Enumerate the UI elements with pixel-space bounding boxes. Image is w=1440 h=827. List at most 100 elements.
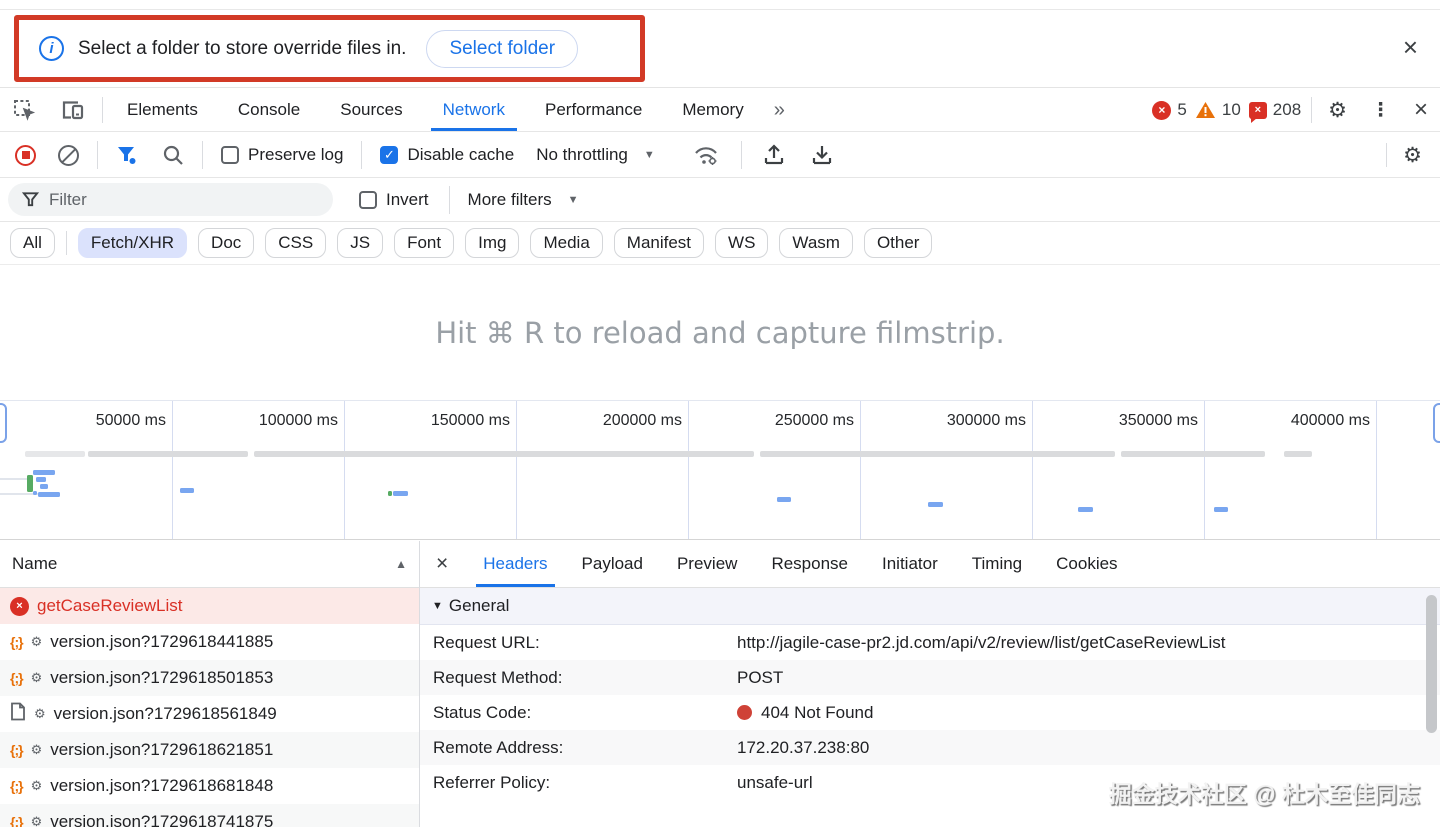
inspect-element-icon[interactable] xyxy=(0,89,48,131)
timeline-tick: 400000 ms xyxy=(1290,412,1370,429)
tab-performance[interactable]: Performance xyxy=(525,89,662,131)
type-filter-wasm[interactable]: Wasm xyxy=(779,228,853,258)
clear-network-log-icon[interactable] xyxy=(58,144,79,166)
type-filter-img[interactable]: Img xyxy=(465,228,520,258)
tab-initiator[interactable]: Initiator xyxy=(865,541,955,587)
preserve-log-checkbox[interactable]: Preserve log xyxy=(209,145,355,165)
infobar-close-icon[interactable]: × xyxy=(1403,34,1418,60)
timeline-tick: 300000 ms xyxy=(946,412,1026,429)
filter-input-wrap[interactable] xyxy=(8,183,333,216)
tab-cookies[interactable]: Cookies xyxy=(1039,541,1134,587)
field-remote-address: Remote Address: 172.20.37.238:80 xyxy=(420,730,1440,765)
request-row-getcasereviewlist[interactable]: × getCaseReviewList xyxy=(0,588,419,624)
tab-payload[interactable]: Payload xyxy=(565,541,660,587)
type-filter-media[interactable]: Media xyxy=(530,228,603,258)
warning-badge[interactable]: 10 xyxy=(1195,100,1241,120)
timeline-tick: 150000 ms xyxy=(430,412,510,429)
request-row[interactable]: {;} ⚙ version.json?1729618681848 xyxy=(0,768,419,804)
kebab-menu-icon[interactable]: ⋮ xyxy=(1359,89,1402,131)
details-tab-bar: × Headers Payload Preview Response Initi… xyxy=(420,541,1440,588)
record-stop-icon[interactable] xyxy=(15,144,36,166)
issues-badge[interactable]: × 208 xyxy=(1248,100,1301,123)
filter-divider xyxy=(448,185,450,214)
name-column-header[interactable]: Name ▲ xyxy=(0,541,419,588)
request-bar xyxy=(33,470,55,475)
overview-left-handle[interactable] xyxy=(0,403,7,443)
watermark-text: 掘金技术社区 @ 杜木至佳同志 xyxy=(1108,781,1420,807)
timeline-gridline xyxy=(1204,401,1205,539)
timeline-gridline xyxy=(860,401,861,539)
tab-console[interactable]: Console xyxy=(218,89,320,131)
request-bar xyxy=(33,491,37,495)
settings-gear-icon[interactable]: ⚙ xyxy=(1316,89,1359,131)
timeline-tick: 50000 ms xyxy=(95,412,166,429)
request-row[interactable]: {;} ⚙ version.json?1729618741875 xyxy=(0,804,419,827)
request-bar xyxy=(388,491,392,496)
resource-type-filters: All Fetch/XHR Doc CSS JS Font Img Media … xyxy=(0,222,1440,265)
toolbar-divider xyxy=(1311,97,1313,123)
request-row[interactable]: {;} ⚙ version.json?1729618621851 xyxy=(0,732,419,768)
error-icon: × xyxy=(1152,100,1172,120)
warning-count: 10 xyxy=(1221,100,1241,119)
reload-hint-text: Hit ⌘ R to reload and capture filmstrip. xyxy=(435,315,1005,350)
device-toolbar-icon[interactable] xyxy=(48,89,98,131)
tab-timing[interactable]: Timing xyxy=(955,541,1039,587)
import-har-icon[interactable] xyxy=(750,143,798,167)
tab-elements[interactable]: Elements xyxy=(107,89,218,131)
json-file-icon: {;} xyxy=(10,670,24,686)
tab-sources[interactable]: Sources xyxy=(320,89,422,131)
request-bar xyxy=(40,484,48,489)
close-details-icon[interactable]: × xyxy=(420,541,466,587)
request-row[interactable]: ⚙ version.json?1729618561849 xyxy=(0,696,419,732)
filmstrip-placeholder: Hit ⌘ R to reload and capture filmstrip. xyxy=(0,265,1440,400)
type-filter-ws[interactable]: WS xyxy=(715,228,769,258)
devtools-toolbar: Elements Console Sources Network Perform… xyxy=(0,89,1440,132)
more-tabs-icon[interactable]: » xyxy=(764,89,793,131)
select-folder-button[interactable]: Select folder xyxy=(426,29,579,68)
type-filter-css[interactable]: CSS xyxy=(265,228,327,258)
tab-network[interactable]: Network xyxy=(423,89,525,131)
disable-cache-checkbox[interactable]: ✓ Disable cache xyxy=(368,145,526,165)
json-file-icon: {;} xyxy=(10,634,24,650)
devtools-close-icon[interactable]: × xyxy=(1402,89,1440,131)
controls-divider xyxy=(740,141,742,169)
throttling-dropdown[interactable]: No throttling ▼ xyxy=(526,145,665,165)
gear-badge-icon: ⚙ xyxy=(30,778,43,794)
filter-input[interactable] xyxy=(49,189,289,210)
more-filters-dropdown[interactable]: More filters ▼ xyxy=(458,190,589,210)
request-row[interactable]: {;} ⚙ version.json?1729618441885 xyxy=(0,624,419,660)
tab-response[interactable]: Response xyxy=(754,541,865,587)
type-filter-manifest[interactable]: Manifest xyxy=(613,228,705,258)
error-badge[interactable]: × 5 xyxy=(1152,100,1187,120)
tab-memory[interactable]: Memory xyxy=(662,89,763,131)
type-filter-fetch-xhr[interactable]: Fetch/XHR xyxy=(77,228,188,258)
type-filter-font[interactable]: Font xyxy=(394,228,455,258)
timeline-gridline xyxy=(172,401,173,539)
type-filter-doc[interactable]: Doc xyxy=(198,228,255,258)
request-row[interactable]: {;} ⚙ version.json?1729618501853 xyxy=(0,660,419,696)
request-bar xyxy=(777,497,791,502)
field-request-method: Request Method: POST xyxy=(420,660,1440,695)
overview-load-band xyxy=(760,451,1115,457)
network-settings-gear-icon[interactable]: ⚙ xyxy=(1386,143,1434,167)
type-filter-js[interactable]: JS xyxy=(337,228,384,258)
general-section-header[interactable]: ▼ General xyxy=(420,588,1440,625)
export-har-icon[interactable] xyxy=(798,143,846,167)
info-icon: i xyxy=(39,36,64,61)
search-icon[interactable] xyxy=(150,144,196,166)
network-overview-timeline[interactable]: 50000 ms 100000 ms 150000 ms 200000 ms 2… xyxy=(0,400,1440,540)
override-infobar: i Select a folder to store override file… xyxy=(0,9,1440,88)
details-scrollbar[interactable] xyxy=(1426,595,1437,733)
network-conditions-icon[interactable] xyxy=(679,143,733,167)
type-filter-all[interactable]: All xyxy=(10,228,55,258)
timeline-gridline xyxy=(1032,401,1033,539)
timeline-tick: 350000 ms xyxy=(1118,412,1198,429)
filter-funnel-icon[interactable] xyxy=(104,144,150,166)
timeline-gridline xyxy=(344,401,345,539)
tab-preview[interactable]: Preview xyxy=(660,541,754,587)
type-filter-other[interactable]: Other xyxy=(863,228,933,258)
overview-right-handle[interactable] xyxy=(1433,403,1440,443)
tab-headers[interactable]: Headers xyxy=(466,541,564,587)
invert-checkbox[interactable]: Invert xyxy=(347,190,441,210)
json-file-icon: {;} xyxy=(10,778,24,794)
